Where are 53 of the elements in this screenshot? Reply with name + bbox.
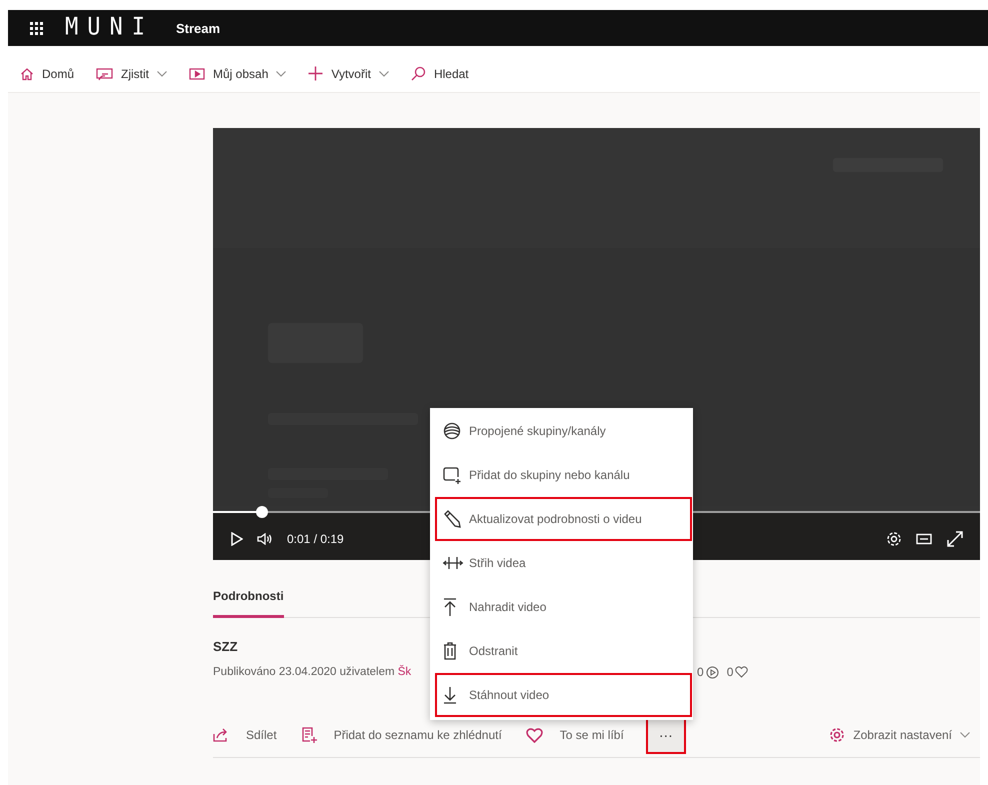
video-icon <box>189 68 206 80</box>
chevron-icon <box>960 732 970 738</box>
app-name: Stream <box>176 20 220 36</box>
chevron-icon <box>378 70 389 76</box>
menu-item[interactable]: Aktualizovat podrobnosti o videu <box>435 497 692 541</box>
action-link[interactable]: Přidat do seznamu ke zhlédnutí <box>334 728 502 742</box>
chevron-icon <box>276 70 286 76</box>
globe-icon <box>443 422 461 440</box>
menu-item[interactable]: Střih videa <box>435 541 692 585</box>
heart-icon <box>526 728 543 742</box>
nav-item[interactable]: Hledat <box>410 62 469 85</box>
playback-time: 0:01 / 0:19 <box>287 532 344 546</box>
settings-icon <box>829 727 846 743</box>
play-icon[interactable] <box>231 532 243 546</box>
details-tab[interactable]: Podrobnosti <box>213 563 284 618</box>
add-to-group-icon <box>443 466 461 484</box>
menu-item[interactable]: Stáhnout video <box>435 673 692 717</box>
menu-item[interactable]: Odstranit <box>435 629 692 673</box>
logo: MUNI <box>65 14 154 42</box>
menu-item[interactable]: Propojené skupiny/kanály <box>435 409 692 453</box>
nav-item[interactable]: Zjistit <box>96 62 168 84</box>
action-link[interactable]: To se mi líbí <box>560 728 624 742</box>
like-count: 0 <box>726 665 734 679</box>
screen-icon <box>96 66 114 80</box>
menu-item[interactable]: Přidat do skupiny nebo kanálu <box>435 453 692 497</box>
trash-icon <box>443 642 457 660</box>
menu-item[interactable]: Nahradit video <box>435 585 692 629</box>
trim-icon <box>443 556 463 570</box>
download-icon <box>443 686 457 704</box>
captions-icon[interactable] <box>916 533 932 545</box>
share-icon <box>213 728 229 742</box>
heart-icon <box>735 666 748 678</box>
video-title: SZZ <box>213 638 238 656</box>
action-link[interactable]: Sdílet <box>246 728 277 742</box>
pencil-icon <box>443 510 461 528</box>
app-launcher-icon[interactable] <box>30 22 43 34</box>
nav-item[interactable]: Vytvořit <box>308 62 389 85</box>
progress-thumb[interactable] <box>256 506 268 518</box>
upload-icon <box>443 598 457 616</box>
plus-icon <box>308 66 324 81</box>
fullscreen-icon[interactable] <box>946 530 964 548</box>
show-settings-link[interactable]: Zobrazit nastavení <box>853 728 952 742</box>
nav-item[interactable]: Domů <box>20 62 74 84</box>
list-add-icon <box>300 727 317 743</box>
home-icon <box>20 66 34 80</box>
author-link[interactable]: Šk <box>398 666 412 678</box>
view-count: 0 <box>697 665 704 679</box>
volume-icon[interactable] <box>257 533 273 545</box>
nav-item[interactable]: Můj obsah <box>189 62 286 84</box>
search-icon <box>410 66 426 81</box>
settings-icon[interactable] <box>886 531 902 547</box>
chevron-icon <box>157 70 168 76</box>
play-circle-icon <box>706 666 719 678</box>
